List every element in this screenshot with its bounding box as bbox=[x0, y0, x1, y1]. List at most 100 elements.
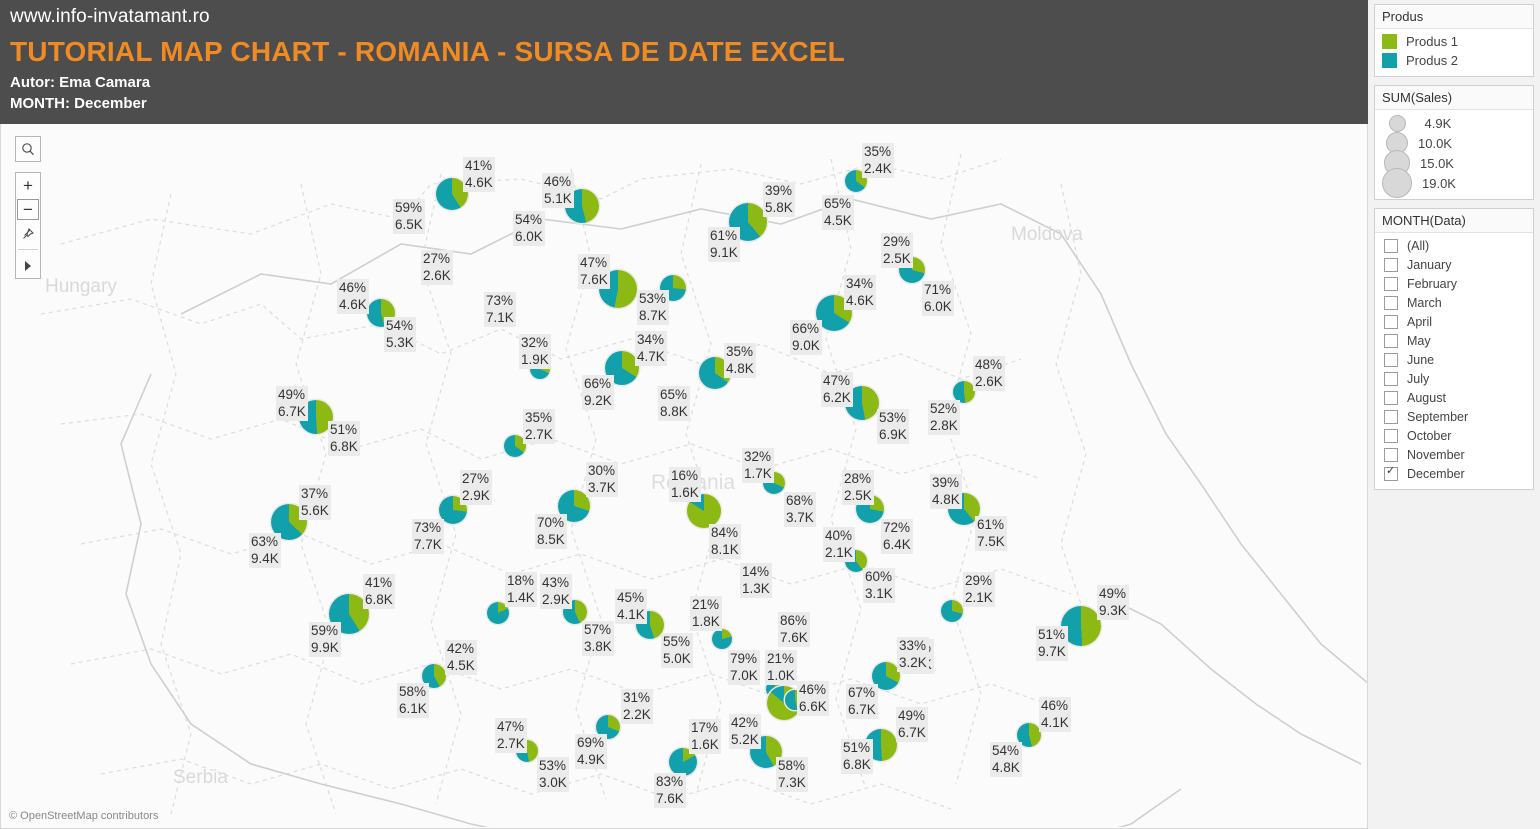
month-filter-label: October bbox=[1407, 428, 1452, 443]
legend-label: Produs 2 bbox=[1406, 53, 1459, 68]
pie-label-produs1: 34% 4.6K bbox=[844, 275, 876, 310]
size-legend-circle bbox=[1388, 114, 1406, 132]
pie-label-produs2: 14% 1.3K bbox=[740, 563, 772, 598]
pie-label-produs1: 21% 1.8K bbox=[690, 596, 722, 631]
page-title: TUTORIAL MAP CHART - ROMANIA - SURSA DE … bbox=[10, 36, 845, 67]
legend-label: Produs 1 bbox=[1406, 34, 1459, 49]
month-filter-december[interactable]: December bbox=[1382, 464, 1526, 483]
dashboard-header: www.info-invatamant.ro TUTORIAL MAP CHAR… bbox=[0, 0, 1368, 124]
checkbox[interactable] bbox=[1384, 447, 1398, 462]
pie-label-produs2: 61% 9.1K bbox=[708, 227, 740, 262]
pie-label-produs1: 45% 4.1K bbox=[615, 589, 647, 624]
checkbox[interactable] bbox=[1384, 314, 1398, 329]
checkbox[interactable] bbox=[1384, 465, 1398, 481]
pie-mark[interactable] bbox=[712, 629, 732, 649]
pin-icon[interactable] bbox=[16, 221, 40, 246]
pie-label-produs1: 35% 2.7K bbox=[523, 409, 555, 444]
pie-label-produs1: 18% 1.4K bbox=[505, 572, 537, 607]
pie-label-produs2: 61% 7.5K bbox=[975, 516, 1007, 551]
month-filter-title: MONTH(Data) bbox=[1375, 209, 1533, 233]
month-filter-february[interactable]: February bbox=[1382, 274, 1526, 293]
checkbox[interactable] bbox=[1384, 352, 1398, 367]
size-legend-item: 10.0K bbox=[1382, 132, 1526, 154]
product-legend-list[interactable]: Produs 1 Produs 2 bbox=[1375, 29, 1533, 76]
country-label-hungary: Hungary bbox=[45, 276, 117, 297]
pie-label-produs2: 59% 6.5K bbox=[393, 199, 425, 234]
pie-label-produs1: 84% 8.1K bbox=[709, 524, 741, 559]
map-search-button[interactable] bbox=[15, 136, 41, 162]
country-label-serbia: Serbia bbox=[173, 767, 228, 788]
month-filter-label: January bbox=[1407, 257, 1452, 272]
checkbox[interactable] bbox=[1384, 428, 1398, 443]
map-zoom-toolbar[interactable]: + − bbox=[15, 172, 41, 279]
checkbox[interactable] bbox=[1384, 295, 1398, 310]
pie-label-produs1: 42% 5.2K bbox=[729, 714, 761, 749]
checkbox[interactable] bbox=[1384, 257, 1398, 272]
pie-label-produs2: 51% 6.8K bbox=[328, 421, 360, 456]
size-legend-label: 15.0K bbox=[1420, 155, 1454, 171]
pie-label-produs1: 37% 5.6K bbox=[299, 485, 331, 520]
pie-label-produs1: 17% 1.6K bbox=[689, 719, 721, 754]
month-filter-label: May bbox=[1407, 333, 1431, 348]
month-filter-label: November bbox=[1407, 447, 1465, 462]
month-filter-january[interactable]: January bbox=[1382, 255, 1526, 274]
pie-label-produs1: 28% 2.5K bbox=[842, 470, 874, 505]
pie-label-produs2: 55% 5.0K bbox=[661, 633, 693, 668]
pie-label-produs2: 63% 9.4K bbox=[249, 533, 281, 568]
pie-label-produs2: 73% 7.7K bbox=[412, 519, 444, 554]
checkbox[interactable] bbox=[1384, 333, 1398, 348]
pie-label-produs1: 46% 4.6K bbox=[337, 279, 369, 314]
map-expand-button[interactable] bbox=[16, 253, 40, 278]
month-filter-all[interactable]: (All) bbox=[1382, 236, 1526, 255]
month-filter-september[interactable]: September bbox=[1382, 407, 1526, 426]
pie-label-produs2: 70% 8.5K bbox=[535, 514, 567, 549]
pie-label-produs2: 69% 4.9K bbox=[575, 734, 607, 769]
size-legend-label: 10.0K bbox=[1418, 135, 1452, 151]
month-filter-november[interactable]: November bbox=[1382, 445, 1526, 464]
checkbox[interactable] bbox=[1384, 409, 1398, 424]
pie-label-produs2: 51% 6.8K bbox=[841, 739, 873, 774]
pie-label-produs2: 16% 1.6K bbox=[669, 467, 701, 502]
pie-label-produs2: 79% 7.0K bbox=[728, 650, 760, 685]
checkbox[interactable] bbox=[1384, 238, 1398, 253]
pie-label-produs1: 41% 4.6K bbox=[463, 157, 495, 192]
pie-label-produs1: 48% 2.6K bbox=[973, 356, 1005, 391]
zoom-out-button[interactable]: − bbox=[17, 199, 39, 220]
checkbox[interactable] bbox=[1384, 390, 1398, 405]
pie-label-produs1: 49% 9.3K bbox=[1097, 585, 1129, 620]
month-filter-august[interactable]: August bbox=[1382, 388, 1526, 407]
month-filter-march[interactable]: March bbox=[1382, 293, 1526, 312]
pie-label-produs1: 46% 6.6K bbox=[797, 681, 829, 716]
pie-label-produs2: 65% 8.8K bbox=[658, 386, 690, 421]
pie-label-produs1: 47% 2.7K bbox=[495, 718, 527, 753]
month-filter-october[interactable]: October bbox=[1382, 426, 1526, 445]
month-filter-list[interactable]: (All) January February March April May June Jul… bbox=[1375, 233, 1533, 489]
map-canvas[interactable]: + − HungaryMoldovaOdessaRomaniaSerbia 41… bbox=[0, 124, 1368, 829]
legend-item-produs-1[interactable]: Produs 1 bbox=[1382, 32, 1526, 51]
pie-label-produs2: 58% 7.3K bbox=[776, 757, 808, 792]
pie-label-produs1: 32% 1.7K bbox=[742, 448, 774, 483]
month-filter-july[interactable]: July bbox=[1382, 369, 1526, 388]
month-filter-may[interactable]: May bbox=[1382, 331, 1526, 350]
checkbox[interactable] bbox=[1384, 276, 1398, 291]
month-line: MONTH: December bbox=[10, 95, 147, 112]
month-filter-april[interactable]: April bbox=[1382, 312, 1526, 331]
pie-label-produs2: 58% 6.1K bbox=[397, 683, 429, 718]
month-filter-june[interactable]: June bbox=[1382, 350, 1526, 369]
legend-item-produs-2[interactable]: Produs 2 bbox=[1382, 51, 1526, 70]
checkbox[interactable] bbox=[1384, 371, 1398, 386]
pie-label-produs2: 66% 9.2K bbox=[582, 375, 614, 410]
pie-label-produs1: 29% 2.1K bbox=[963, 572, 995, 607]
product-legend-card: Produs Produs 1 Produs 2 bbox=[1374, 4, 1534, 77]
pie-label-produs2: 68% 3.7K bbox=[784, 492, 816, 527]
pie-label-produs1: 53% 8.7K bbox=[637, 290, 669, 325]
month-filter-label: (All) bbox=[1407, 238, 1430, 253]
pie-label-produs2: 52% 2.8K bbox=[928, 400, 960, 435]
pie-label-produs2: 71% 6.0K bbox=[922, 281, 954, 316]
pie-label-produs1: 35% 4.8K bbox=[724, 343, 756, 378]
zoom-in-button[interactable]: + bbox=[16, 173, 40, 198]
pie-label-produs1: 31% 2.2K bbox=[621, 689, 653, 724]
pie-label-produs2: 54% 4.8K bbox=[990, 742, 1022, 777]
pie-mark[interactable] bbox=[941, 600, 963, 622]
month-filter-label: December bbox=[1407, 466, 1465, 481]
